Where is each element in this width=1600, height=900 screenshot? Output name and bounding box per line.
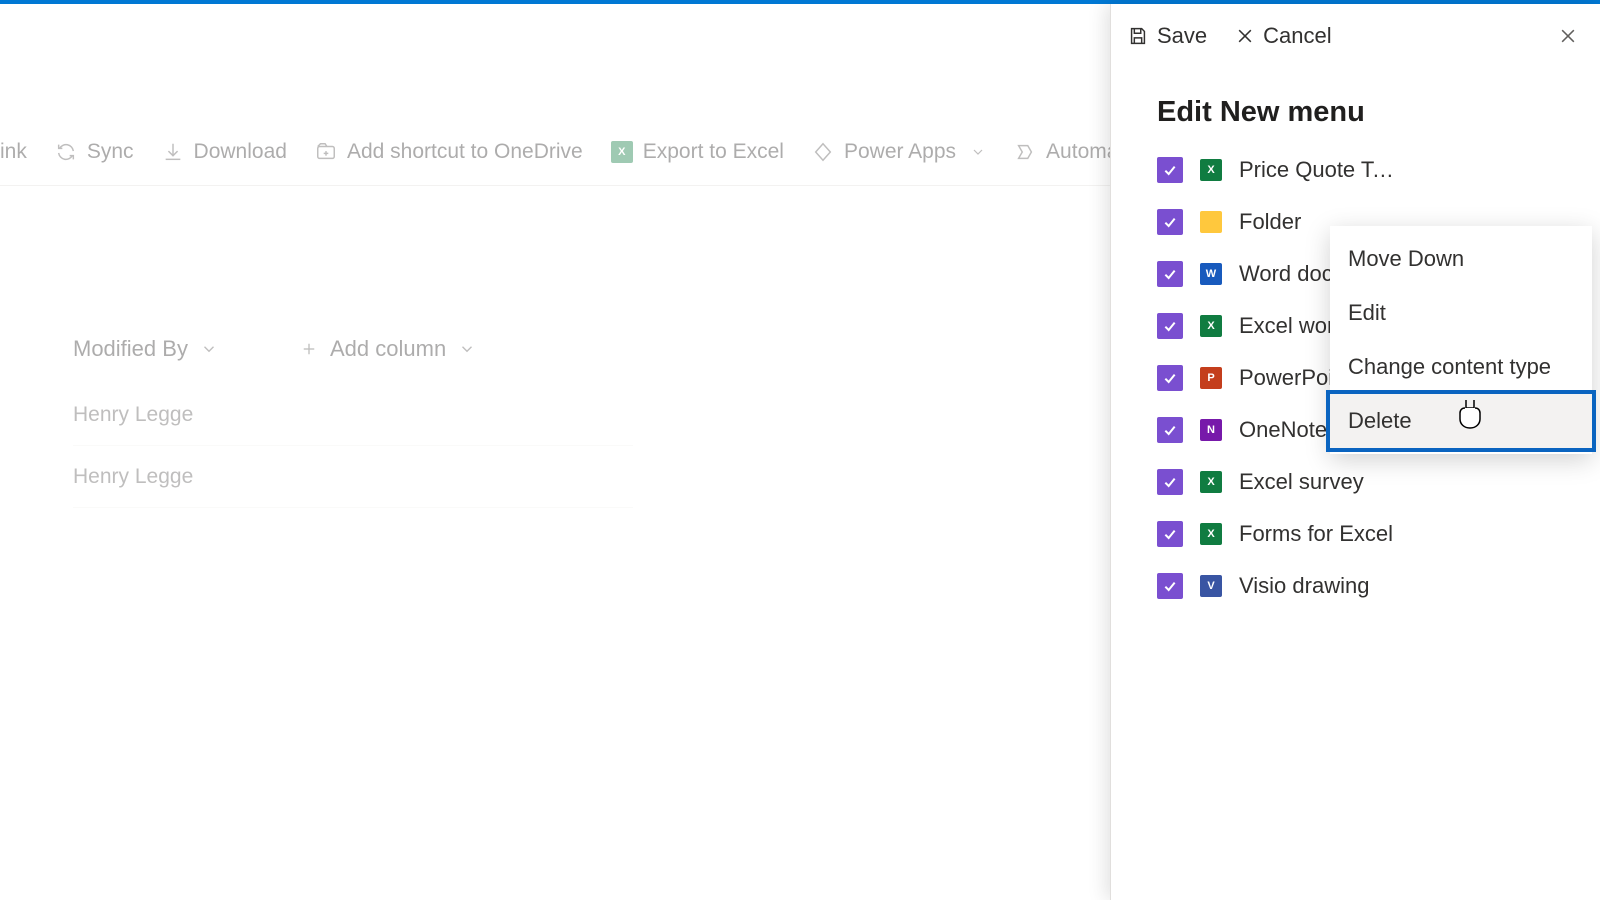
cancel-label: Cancel xyxy=(1263,23,1331,49)
panel-close-button[interactable] xyxy=(1558,26,1578,46)
menu-item-label: Folder xyxy=(1239,209,1301,235)
panel-header: Save Cancel xyxy=(1111,4,1600,68)
save-button[interactable]: Save xyxy=(1127,23,1207,49)
checkbox-checked[interactable] xyxy=(1157,261,1183,287)
checkbox-checked[interactable] xyxy=(1157,313,1183,339)
context-menu-item-label: Move Down xyxy=(1348,246,1464,272)
menu-item-label: Forms for Excel xyxy=(1239,521,1393,547)
save-icon xyxy=(1127,25,1149,47)
visio-icon: V xyxy=(1199,574,1223,598)
close-icon xyxy=(1235,26,1255,46)
menu-item-label: Visio drawing xyxy=(1239,573,1369,599)
checkbox-checked[interactable] xyxy=(1157,209,1183,235)
checkbox-checked[interactable] xyxy=(1157,521,1183,547)
checkbox-checked[interactable] xyxy=(1157,417,1183,443)
onenote-icon: N xyxy=(1199,418,1223,442)
context-menu-item-label: Delete xyxy=(1348,408,1412,434)
excel-icon: X xyxy=(1199,470,1223,494)
cancel-button[interactable]: Cancel xyxy=(1235,23,1331,49)
content-dim-overlay xyxy=(0,4,1120,900)
word-icon: W xyxy=(1199,262,1223,286)
checkbox-checked[interactable] xyxy=(1157,573,1183,599)
context-menu-item-edit[interactable]: Edit xyxy=(1330,286,1592,340)
context-menu-item-move-down[interactable]: Move Down xyxy=(1330,232,1592,286)
checkbox-checked[interactable] xyxy=(1157,469,1183,495)
context-menu-item-delete[interactable]: Delete xyxy=(1330,394,1592,448)
checkbox-checked[interactable] xyxy=(1157,157,1183,183)
save-label: Save xyxy=(1157,23,1207,49)
menu-item-label: Excel survey xyxy=(1239,469,1364,495)
menu-item[interactable]: V Visio drawing xyxy=(1157,569,1600,603)
checkbox-checked[interactable] xyxy=(1157,365,1183,391)
context-menu-item-label: Change content type xyxy=(1348,354,1551,380)
menu-item-label: Price Quote Templa… xyxy=(1239,157,1399,183)
menu-item[interactable]: X Forms for Excel xyxy=(1157,517,1600,551)
menu-item[interactable]: X Price Quote Templa… xyxy=(1157,153,1600,187)
edit-new-menu-panel: Save Cancel Edit New menu X Price Quote … xyxy=(1110,4,1600,900)
context-menu-item-label: Edit xyxy=(1348,300,1386,326)
folder-icon xyxy=(1199,210,1223,234)
excel-icon: X xyxy=(1199,522,1223,546)
context-menu: Move Down Edit Change content type Delet… xyxy=(1330,226,1592,454)
excel-icon: X xyxy=(1199,314,1223,338)
menu-item[interactable]: X Excel survey xyxy=(1157,465,1600,499)
excel-icon: X xyxy=(1199,158,1223,182)
panel-title: Edit New menu xyxy=(1111,68,1600,153)
powerpoint-icon: P xyxy=(1199,366,1223,390)
context-menu-item-change-content-type[interactable]: Change content type xyxy=(1330,340,1592,394)
